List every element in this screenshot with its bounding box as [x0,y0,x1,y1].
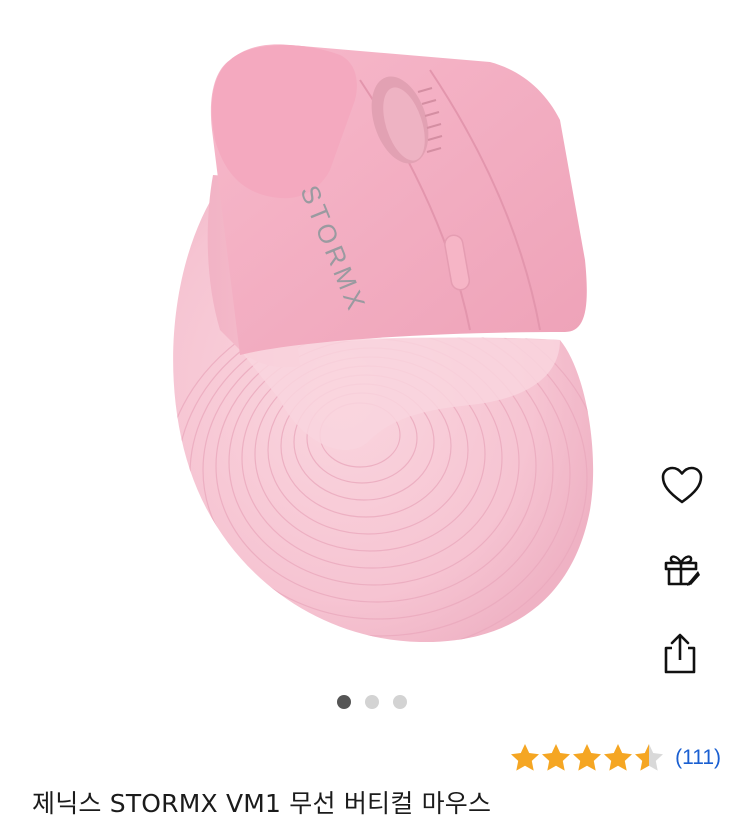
star-icon [573,744,602,771]
star-icon [604,744,633,771]
carousel-indicator [0,694,743,710]
star-icon [511,744,540,771]
product-photo-mouse: STORMX [173,44,594,643]
review-count-link[interactable]: (111) [675,746,721,770]
star-rating-icons [511,744,664,771]
rating-summary[interactable]: (111) [509,740,721,776]
carousel-dot[interactable] [392,695,407,709]
carousel-dot[interactable] [364,695,379,709]
star-half-icon [635,744,664,771]
wishlist-button[interactable] [660,465,712,517]
star-rating [509,742,669,774]
product-title: 제닉스 STORMX VM1 무선 버티컬 마우스 [32,789,492,818]
star-icon [542,744,571,771]
share-button[interactable] [660,632,712,684]
gift-button[interactable] [660,549,712,601]
heart-icon [661,466,703,504]
share-icon [664,633,696,674]
carousel-dot[interactable] [336,695,351,709]
product-image[interactable]: STORMX [0,0,743,690]
gift-icon [664,555,700,586]
